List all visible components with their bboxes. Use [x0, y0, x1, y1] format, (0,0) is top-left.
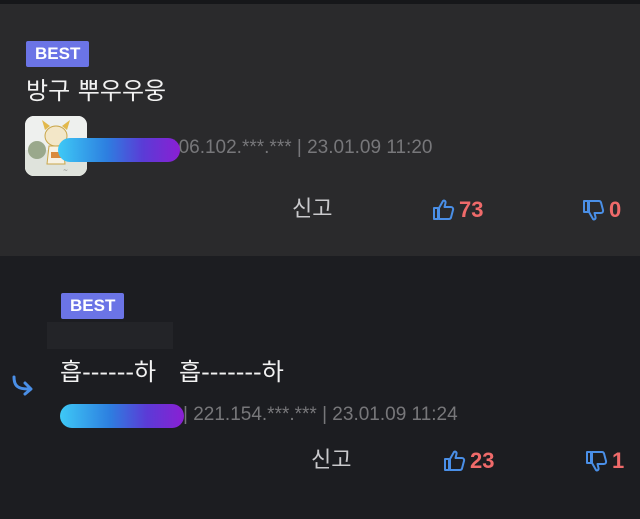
comment-text: 흡------하 흡-------하	[60, 358, 284, 386]
report-button[interactable]: 신고	[311, 447, 351, 475]
downvote-count: 1	[612, 448, 625, 473]
report-button[interactable]: 신고	[292, 196, 332, 224]
thumbs-down-icon	[586, 451, 608, 472]
reply-arrow-icon	[12, 375, 33, 396]
comment-meta: | 221.154.***.*** | 23.01.09 11:24	[183, 404, 458, 425]
best-badge: BEST	[61, 293, 125, 319]
upvote-count: 73	[459, 197, 484, 222]
comment-meta: 106.102.***.*** | 23.01.09 11:20	[168, 137, 433, 158]
thumbs-up-icon	[444, 450, 466, 471]
upvote-count: 23	[470, 448, 495, 473]
comment-best-1: BEST 방구 뿌우우웅 ~ 106.102.***.*** | 23.01.0…	[0, 4, 640, 256]
nickname-redacted	[58, 138, 180, 162]
upvote-button[interactable]: 73	[432, 197, 483, 223]
thumbs-up-icon	[433, 199, 455, 220]
downvote-button[interactable]: 0	[582, 197, 621, 223]
comment-text: 방구 뿌우우웅	[26, 77, 167, 105]
nickname-redacted	[60, 404, 184, 428]
best-badge: BEST	[26, 41, 90, 67]
downvote-button[interactable]: 1	[585, 448, 624, 474]
svg-text:~: ~	[63, 167, 68, 174]
thumbs-down-icon	[583, 200, 605, 221]
upvote-button[interactable]: 23	[443, 448, 494, 474]
nickname-placeholder	[47, 322, 173, 349]
downvote-count: 0	[609, 197, 622, 222]
